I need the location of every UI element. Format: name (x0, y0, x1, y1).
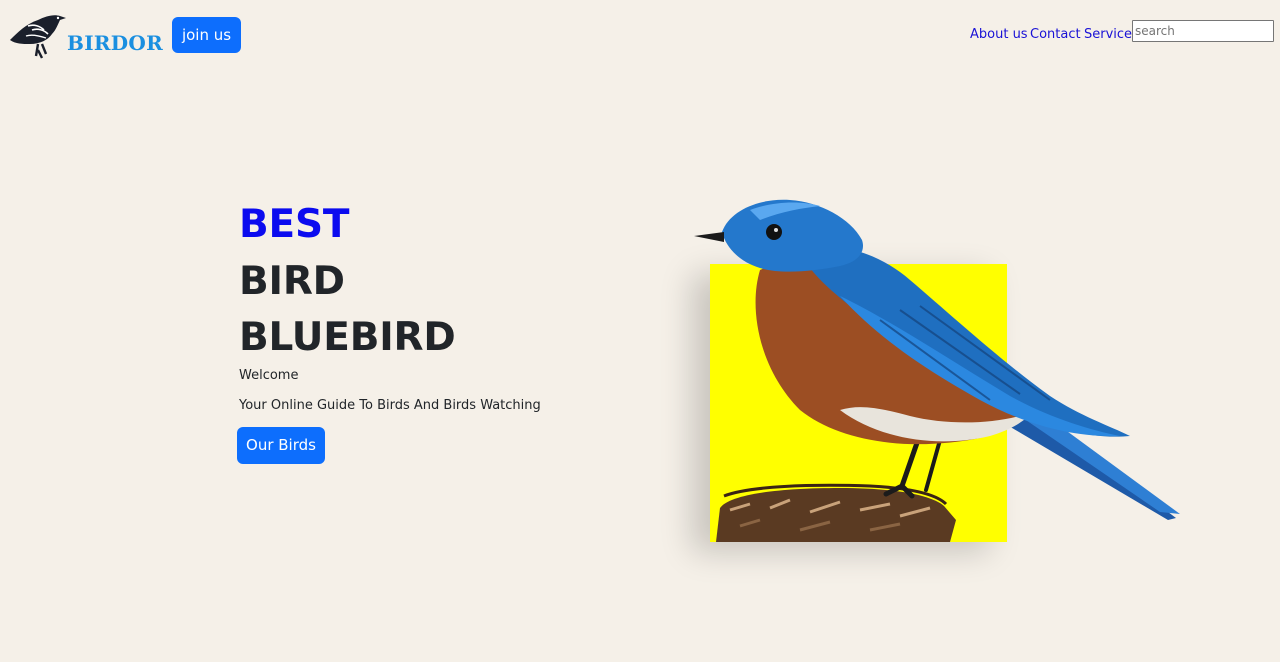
welcome-text: Welcome (239, 368, 299, 383)
our-birds-button[interactable]: Our Birds (237, 427, 325, 464)
headline-bird: BIRD (239, 259, 345, 304)
join-us-button[interactable]: join us (172, 17, 241, 53)
nav-link-about[interactable]: About us (970, 27, 1028, 42)
search-input[interactable] (1132, 20, 1274, 42)
logo-text: BIRDOR (67, 31, 164, 55)
crow-bird-logo-icon (10, 15, 66, 59)
nav-link-contact[interactable]: Contact (1030, 27, 1081, 42)
logo[interactable]: BIRDOR (8, 10, 163, 62)
nav-link-services[interactable]: Services (1084, 27, 1139, 42)
headline-best: BEST (239, 202, 350, 247)
headline-bluebird: BLUEBIRD (239, 315, 456, 360)
tagline-text: Your Online Guide To Birds And Birds Wat… (239, 398, 541, 413)
bluebird-on-stump-image (694, 199, 1180, 542)
page: BIRDOR join us About us Contact Services… (0, 0, 1280, 662)
